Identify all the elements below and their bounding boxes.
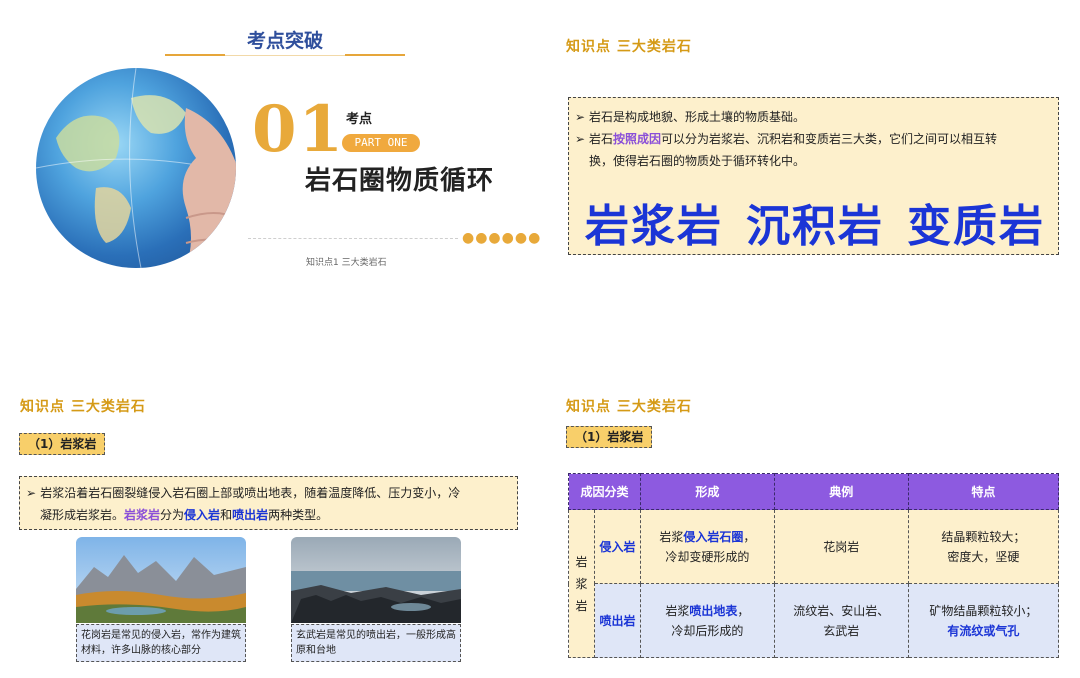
- cell-text: 岩浆: [659, 529, 684, 544]
- granite-mountain-photo: [76, 537, 246, 623]
- desc-text: 分为: [160, 508, 185, 522]
- kaodian-label: 考点: [346, 112, 373, 127]
- title-underline-mid: [225, 55, 345, 56]
- group-char: 浆: [575, 576, 588, 591]
- knowledge-point-note: 知识点1 三大类岩石: [306, 258, 387, 268]
- cell-text: 冷却变硬形成的: [665, 549, 750, 564]
- header-feature: 特点: [907, 473, 1060, 510]
- magmatic-rock-table: 成因分类 形成 典例 特点 岩 浆 岩 侵入岩 岩浆侵入岩石圈， 冷却变硬形成的…: [568, 473, 1060, 658]
- type-cell: 侵入岩: [594, 509, 641, 584]
- section-title: 知识点 三大类岩石: [566, 399, 692, 415]
- cell-text: 流纹岩、安山岩、: [793, 603, 890, 618]
- group-char: 岩: [575, 554, 588, 569]
- bullet-line: ➢ 岩石是构成地貌、形成土壤的物质基础。: [575, 106, 1052, 128]
- cell-text: 结晶颗粒较大；: [941, 529, 1026, 544]
- line-text: 岩石: [589, 132, 614, 146]
- arrow-bullet-icon: ➢: [575, 110, 586, 124]
- arrow-bullet-icon: ➢: [575, 132, 586, 146]
- line-text: 可以分为岩浆岩、沉积岩和变质岩三大类，它们之间可以相互转: [661, 132, 998, 146]
- highlight-text: 侵入岩: [184, 508, 221, 522]
- cell-text: ，: [743, 529, 756, 544]
- example-cell: 流纹岩、安山岩、 玄武岩: [773, 583, 909, 658]
- section-title: 知识点 三大类岩石: [20, 399, 146, 415]
- rock-type-magmatic: 岩浆岩: [585, 201, 723, 252]
- section-number: 01: [252, 92, 346, 167]
- cell-text: 密度大，坚硬: [947, 549, 1020, 564]
- cell-text: 玄武岩: [823, 623, 860, 638]
- group-cell: 岩 浆 岩: [568, 509, 595, 658]
- rock-types-big: 岩浆岩 沉积岩 变质岩: [585, 190, 1045, 254]
- title-underline-right: [345, 54, 405, 56]
- globe-photo: [36, 68, 236, 268]
- rock-type-sedimentary: 沉积岩: [746, 201, 884, 252]
- title-underline-left: [165, 54, 225, 56]
- desc-text: 和: [220, 508, 233, 522]
- arrow-bullet-icon: ➢: [26, 486, 41, 500]
- highlight-text: 侵入岩石圈: [683, 529, 744, 544]
- cell-text: 冷却后形成的: [671, 623, 744, 638]
- header-cause: 成因分类: [568, 473, 641, 510]
- line-text: 岩石是构成地貌、形成土壤的物质基础。: [589, 110, 806, 124]
- highlight-text: 岩浆岩: [124, 508, 161, 522]
- header-example: 典例: [773, 473, 909, 510]
- part-one-badge: PART ONE: [342, 134, 420, 152]
- highlight-text: 按照成因: [613, 132, 662, 146]
- feature-cell: 矿物结晶颗粒较小； 有流纹或气孔: [907, 583, 1060, 658]
- subsection-tag: （1）岩浆岩: [566, 426, 653, 448]
- cell-text: ，: [737, 603, 750, 618]
- subsection-tag: （1）岩浆岩: [19, 433, 106, 455]
- granite-caption: 花岗岩是常见的侵入岩，常作为建筑材料，许多山脉的核心部分: [76, 624, 246, 662]
- intro-box: ➢ 岩石是构成地貌、形成土壤的物质基础。 ➢ 岩石按照成因可以分为岩浆岩、沉积岩和变…: [568, 97, 1059, 255]
- highlight-text: 喷出地表: [689, 603, 738, 618]
- cell-text: 矿物结晶颗粒较小；: [929, 603, 1038, 618]
- feature-cell: 结晶颗粒较大； 密度大，坚硬: [907, 509, 1060, 584]
- type-cell: 喷出岩: [594, 583, 641, 658]
- decorative-dots: ●●●●●●: [462, 230, 542, 246]
- rock-type-metamorphic: 变质岩: [907, 201, 1045, 252]
- section-title: 知识点 三大类岩石: [566, 39, 692, 55]
- desc-text: 凝形成岩浆岩。: [40, 508, 125, 522]
- formation-cell: 岩浆喷出地表， 冷却后形成的: [640, 583, 775, 658]
- bullet-continuation: 换，使得岩石圈的物质处于循环转化中。: [589, 154, 806, 168]
- highlight-text: 有流纹或气孔: [947, 623, 1020, 638]
- header-formation: 形成: [640, 473, 775, 510]
- slide1-title: 考点突破: [246, 30, 323, 52]
- formation-cell: 岩浆侵入岩石圈， 冷却变硬形成的: [640, 509, 775, 584]
- desc-text: 两种类型。: [268, 508, 329, 522]
- group-char: 岩: [575, 598, 588, 613]
- basalt-caption: 玄武岩是常见的喷出岩，一般形成高原和台地: [291, 624, 461, 662]
- basalt-coast-photo: [291, 537, 461, 623]
- cell-text: 岩浆: [665, 603, 690, 618]
- highlight-text: 喷出岩: [232, 508, 269, 522]
- table-row: 喷出岩 岩浆喷出地表， 冷却后形成的 流纹岩、安山岩、 玄武岩 矿物结晶颗粒较小…: [569, 583, 1060, 658]
- table-row: 岩 浆 岩 侵入岩 岩浆侵入岩石圈， 冷却变硬形成的 花岗岩 结晶颗粒较大； 密…: [568, 509, 1060, 658]
- dashed-divider: [248, 238, 458, 239]
- magmatic-description-box: ➢ 岩浆沿着岩石圈裂缝侵入岩石圈上部或喷出地表，随着温度降低、压力变小，冷 凝形…: [19, 476, 518, 530]
- example-cell: 花岗岩: [773, 509, 909, 584]
- bullet-line: ➢ 岩石按照成因可以分为岩浆岩、沉积岩和变质岩三大类，它们之间可以相互转: [575, 128, 1052, 150]
- desc-text: 岩浆沿着岩石圈裂缝侵入岩石圈上部或喷出地表，随着温度降低、压力变小，冷: [40, 486, 461, 500]
- table-header-row: 成因分类 形成 典例 特点: [568, 473, 1060, 510]
- slide1-heading: 岩石圈物质循环: [305, 166, 495, 196]
